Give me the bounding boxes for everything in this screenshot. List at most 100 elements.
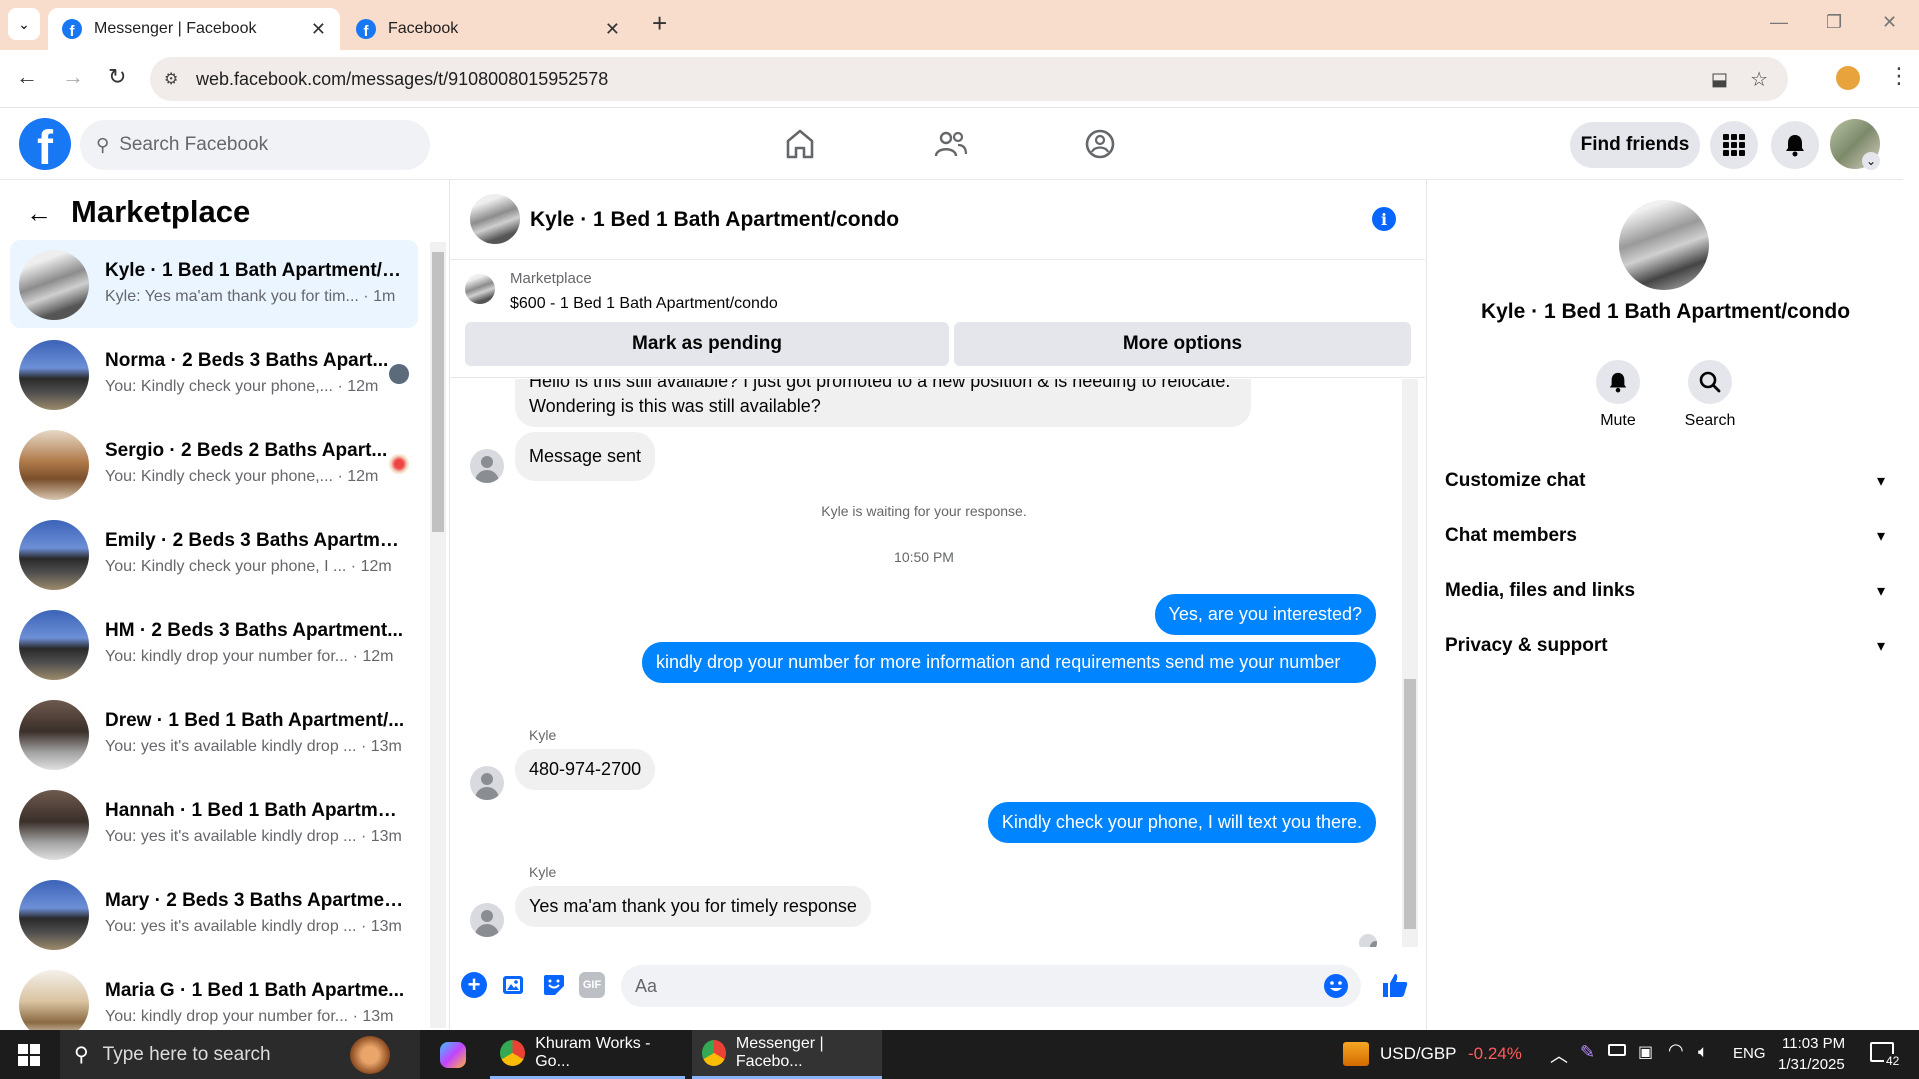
restore-icon[interactable]: ❐ — [1826, 12, 1842, 33]
minimize-icon[interactable]: — — [1770, 12, 1788, 33]
facebook-favicon-icon: f — [62, 19, 82, 39]
bell-icon — [1609, 372, 1627, 393]
message-scrollbar[interactable] — [1402, 379, 1418, 947]
listing-avatar[interactable] — [470, 194, 520, 244]
search-icon: ⚲ — [96, 134, 110, 155]
close-window-icon[interactable]: ✕ — [1882, 12, 1897, 33]
wifi-icon[interactable]: ◠ — [1668, 1040, 1684, 1061]
photo-icon[interactable] — [501, 972, 527, 998]
add-attachment-icon[interactable]: + — [461, 972, 487, 998]
section-privacy-support[interactable]: Privacy & support ▾ — [1445, 635, 1885, 657]
home-icon[interactable] — [785, 128, 815, 160]
find-friends-button[interactable]: Find friends — [1570, 122, 1700, 168]
facebook-favicon-icon: f — [356, 19, 376, 39]
mute-circle[interactable] — [1596, 360, 1640, 404]
sticker-icon[interactable] — [541, 972, 567, 998]
taskbar-app-chrome-messenger[interactable]: Messenger | Facebo... — [692, 1030, 882, 1079]
url-text[interactable]: web.facebook.com/messages/t/910800801595… — [196, 69, 608, 90]
new-tab-button[interactable]: + — [652, 8, 667, 39]
listing-source: Marketplace — [510, 270, 592, 287]
close-tab-icon[interactable]: ✕ — [311, 19, 326, 40]
close-tab-icon[interactable]: ✕ — [605, 19, 620, 40]
like-thumb-icon[interactable] — [1381, 971, 1409, 999]
search-icon — [1699, 371, 1721, 393]
install-app-icon[interactable]: ⬓ — [1711, 69, 1728, 90]
back-arrow-icon[interactable]: ← — [26, 198, 52, 229]
taskbar-app-chrome-khuram[interactable]: Khuram Works - Go... — [490, 1030, 685, 1079]
more-options-button[interactable]: More options — [954, 322, 1411, 366]
conversation-item[interactable]: Mary · 2 Beds 3 Baths Apartmen... You: y… — [10, 870, 418, 958]
ticker-label[interactable]: USD/GBP — [1380, 1044, 1457, 1064]
composer-bar: + GIF Aa — [451, 947, 1425, 1030]
volume-icon[interactable]: 🔈︎ — [1698, 1042, 1708, 1062]
listing-thumbnail — [19, 790, 89, 860]
conversation-item[interactable]: Emily · 2 Beds 3 Baths Apartme... You: K… — [10, 510, 418, 598]
taskbar-search-box[interactable]: ⚲ Type here to search — [60, 1030, 420, 1079]
section-label: Privacy & support — [1445, 635, 1608, 656]
emoji-icon[interactable] — [1323, 973, 1349, 999]
contact-large-avatar[interactable] — [1619, 200, 1709, 290]
groups-icon[interactable] — [1084, 128, 1116, 160]
search-facebook-input[interactable]: ⚲ Search Facebook — [80, 120, 430, 170]
tab-search-button[interactable]: ⌄ — [8, 8, 40, 40]
conversation-item[interactable]: Hannah · 1 Bed 1 Bath Apartmen... You: y… — [10, 780, 418, 868]
listing-thumbnail — [19, 430, 89, 500]
menu-kebab-icon[interactable]: ⋮ — [1888, 63, 1910, 89]
conversation-item[interactable]: Maria G · 1 Bed 1 Bath Apartme... You: k… — [10, 960, 418, 1030]
page-scrollbar[interactable] — [1903, 108, 1919, 1030]
battery-icon[interactable] — [1608, 1044, 1626, 1056]
conversation-item[interactable]: HM · 2 Beds 3 Baths Apartment... You: ki… — [10, 600, 418, 688]
camera-icon[interactable]: ▣ — [1638, 1042, 1653, 1062]
tab-facebook[interactable]: f Facebook ✕ — [342, 8, 634, 50]
chevron-down-icon: ▾ — [1876, 473, 1885, 490]
message-input[interactable]: Aa — [621, 965, 1361, 1007]
tab-title: Facebook — [388, 20, 459, 37]
scrollbar-thumb[interactable] — [432, 252, 444, 532]
notifications-button[interactable] — [1771, 121, 1819, 169]
reload-icon[interactable]: ↻ — [108, 64, 126, 90]
mute-button[interactable]: Mute — [1593, 360, 1643, 430]
message-bubble-incoming: Message sent — [515, 432, 656, 481]
facebook-logo-icon[interactable]: f — [19, 118, 71, 170]
section-chat-members[interactable]: Chat members ▾ — [1445, 525, 1885, 547]
scrollbar-thumb[interactable] — [1404, 679, 1416, 929]
conversation-item[interactable]: Norma · 2 Beds 3 Baths Apart... You: Kin… — [10, 330, 418, 418]
clock-time[interactable]: 11:03 PM — [1782, 1035, 1845, 1052]
listing-title[interactable]: $600 - 1 Bed 1 Bath Apartment/condo — [510, 295, 778, 313]
gif-icon[interactable]: GIF — [579, 972, 605, 998]
site-info-icon[interactable]: ⚙ — [164, 69, 178, 89]
info-icon[interactable]: i — [1372, 207, 1396, 231]
search-conversation-button[interactable]: Search — [1680, 360, 1740, 430]
conversation-item[interactable]: Sergio · 2 Beds 2 Baths Apart... You: Ki… — [10, 420, 418, 508]
back-icon[interactable]: ← — [16, 64, 38, 90]
listing-thumbnail[interactable] — [465, 274, 495, 304]
windows-start-icon[interactable] — [18, 1044, 40, 1066]
section-customize-chat[interactable]: Customize chat ▾ — [1445, 470, 1885, 492]
stocks-widget-icon[interactable] — [1343, 1042, 1369, 1066]
copilot-icon[interactable] — [440, 1042, 466, 1068]
conversation-list-scrollbar[interactable] — [430, 242, 446, 1028]
clock-date[interactable]: 1/31/2025 — [1778, 1056, 1845, 1073]
search-circle[interactable] — [1688, 360, 1732, 404]
omnibox[interactable]: ⚙ web.facebook.com/messages/t/9108008015… — [150, 57, 1788, 101]
tab-messenger[interactable]: f Messenger | Facebook ✕ — [48, 8, 340, 50]
chat-title[interactable]: Kyle · 1 Bed 1 Bath Apartment/condo — [530, 208, 899, 232]
menu-button[interactable] — [1710, 121, 1758, 169]
notification-count-badge: 42 — [1884, 1054, 1902, 1068]
profile-icon[interactable] — [1836, 66, 1860, 90]
forward-icon[interactable]: → — [62, 64, 84, 90]
waiting-notice: Kyle is waiting for your response. — [821, 503, 1027, 519]
message-bubble-outgoing: Yes, are you interested? — [1154, 594, 1376, 635]
mark-as-pending-button[interactable]: Mark as pending — [465, 322, 949, 366]
language-indicator[interactable]: ENG — [1733, 1045, 1766, 1062]
conversation-item[interactable]: Kyle · 1 Bed 1 Bath Apartment/c... Kyle:… — [10, 240, 418, 328]
pen-icon[interactable]: ✎ — [1580, 1042, 1595, 1063]
bookmark-star-icon[interactable]: ☆ — [1750, 67, 1768, 92]
account-chevron-icon[interactable]: ⌄ — [1862, 152, 1880, 170]
conversation-item[interactable]: Drew · 1 Bed 1 Bath Apartment/... You: y… — [10, 690, 418, 778]
friends-icon[interactable] — [934, 130, 968, 158]
tray-chevron-up-icon[interactable]: ︿ — [1550, 1042, 1568, 1068]
windows-taskbar: ⚲ Type here to search Khuram Works - Go.… — [0, 1030, 1919, 1079]
conversation-name: Mary · 2 Beds 3 Baths Apartmen... — [105, 890, 405, 911]
section-media-files-links[interactable]: Media, files and links ▾ — [1445, 580, 1885, 602]
